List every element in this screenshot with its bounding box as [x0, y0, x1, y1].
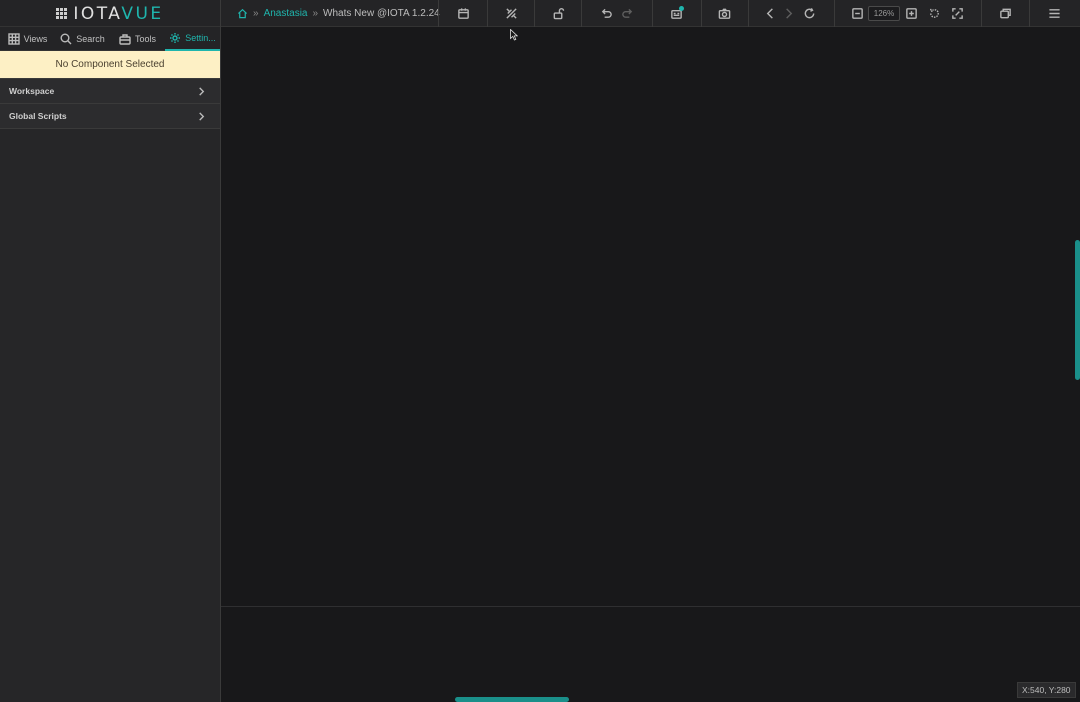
tab-label: Search	[76, 34, 105, 44]
breadcrumb-item-0[interactable]: Anastasia	[264, 8, 308, 19]
chevron-double-right-icon: »	[312, 8, 319, 19]
chevron-right-icon	[199, 111, 205, 121]
toolbar-divider	[652, 0, 653, 27]
tab-search[interactable]: Search	[55, 27, 110, 51]
menu-icon[interactable]	[1044, 0, 1064, 27]
logo-text: IOTAVUE	[73, 3, 164, 24]
toolbar-divider	[1029, 0, 1030, 27]
redo-icon[interactable]	[617, 0, 637, 27]
section-label: Workspace	[9, 86, 55, 96]
section-global-scripts[interactable]: Global Scripts	[0, 104, 220, 129]
toolbar-divider	[748, 0, 749, 27]
toolbar-divider	[834, 0, 835, 27]
undo-icon[interactable]	[596, 0, 616, 27]
tab-views[interactable]: Views	[0, 27, 55, 51]
sidebar: Views Search Tools Settin... No Componen…	[0, 27, 221, 702]
zoom-in-icon[interactable]	[901, 0, 921, 27]
vertical-scrollbar[interactable]	[1075, 240, 1080, 380]
app-logo[interactable]: IOTAVUE	[0, 0, 221, 27]
toolbar-divider	[534, 0, 535, 27]
window-icon[interactable]	[995, 0, 1015, 27]
section-label: Global Scripts	[9, 111, 67, 121]
tab-tools[interactable]: Tools	[110, 27, 165, 51]
logo-grid-icon	[56, 8, 68, 19]
workspace-canvas[interactable]	[221, 27, 1080, 606]
chevron-right-icon	[199, 86, 205, 96]
refresh-icon[interactable]	[799, 0, 819, 27]
toolbox-icon	[119, 34, 131, 45]
reset-zoom-icon[interactable]	[924, 0, 944, 27]
unlock-icon[interactable]	[548, 0, 568, 27]
zoom-out-icon[interactable]	[847, 0, 867, 27]
breadcrumb: » Anastasia » Whats New @IOTA 1.2.24	[237, 0, 440, 27]
tools-icon[interactable]	[501, 0, 521, 27]
home-icon[interactable]	[237, 8, 248, 19]
zoom-level-field[interactable]: 126%	[868, 6, 900, 21]
archive-icon[interactable]	[666, 0, 686, 27]
forward-icon[interactable]	[778, 0, 798, 27]
toolbar-divider	[701, 0, 702, 27]
search-icon	[60, 33, 72, 45]
calendar-icon[interactable]	[453, 0, 473, 27]
sidebar-tabs: Views Search Tools Settin...	[0, 27, 220, 51]
tab-label: Views	[23, 34, 48, 44]
cursor-coordinates: X:540, Y:280	[1017, 682, 1076, 698]
gear-icon	[170, 33, 181, 43]
tab-label: Settin...	[185, 33, 216, 43]
section-workspace[interactable]: Workspace	[0, 79, 220, 104]
breadcrumb-item-1: Whats New @IOTA 1.2.24	[323, 8, 440, 19]
chevron-double-right-icon: »	[253, 8, 259, 19]
no-selection-notice: No Component Selected	[0, 51, 220, 79]
top-bar: IOTAVUE » Anastasia » Whats New @IOTA 1.…	[0, 0, 1080, 27]
tab-label: Tools	[134, 34, 156, 44]
tab-settings[interactable]: Settin...	[165, 27, 220, 51]
toolbar-divider	[581, 0, 582, 27]
fit-screen-icon[interactable]	[947, 0, 967, 27]
grid-icon	[7, 33, 20, 45]
bottom-panel[interactable]	[221, 606, 1080, 702]
mouse-cursor-icon	[510, 29, 518, 41]
toolbar-divider	[487, 0, 488, 27]
horizontal-scrollbar[interactable]	[455, 697, 569, 702]
toolbar-divider	[438, 0, 439, 27]
toolbar-divider	[981, 0, 982, 27]
notification-badge	[679, 6, 684, 11]
back-icon[interactable]	[760, 0, 780, 27]
camera-icon[interactable]	[714, 0, 734, 27]
